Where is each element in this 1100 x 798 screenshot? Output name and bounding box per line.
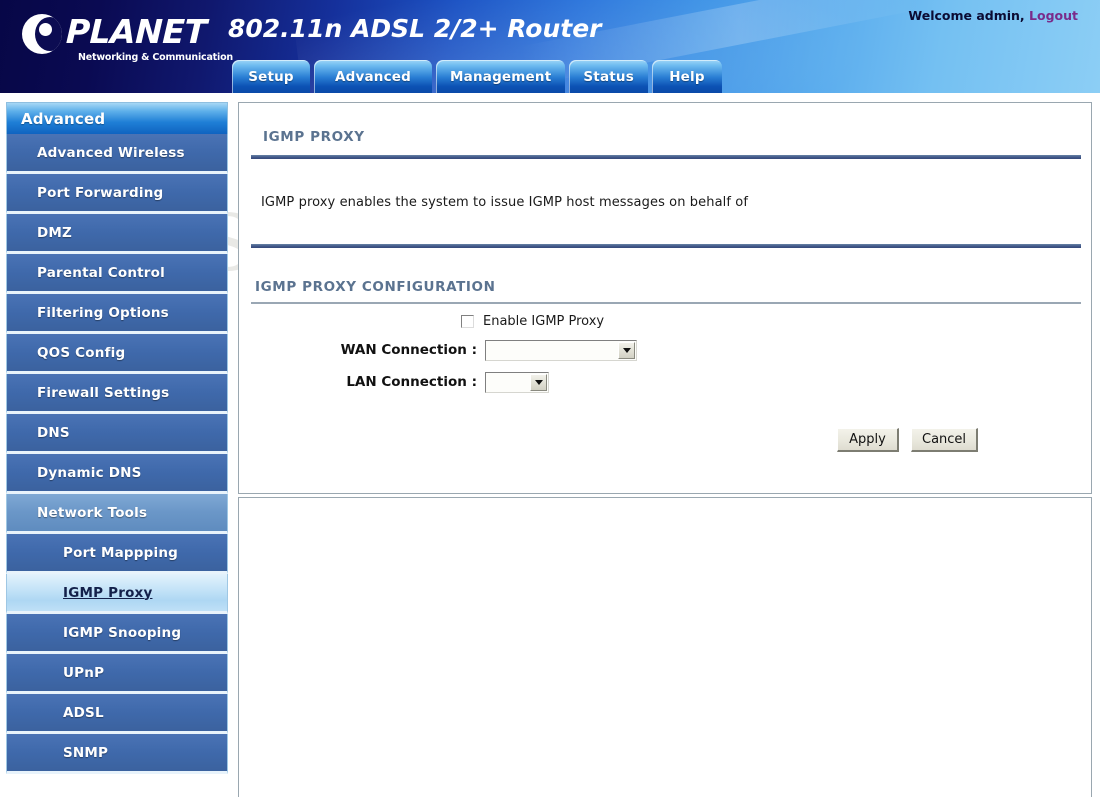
sidebar-item-dmz[interactable]: DMZ — [6, 214, 228, 254]
sidebar-item-label: DMZ — [37, 224, 73, 241]
igmp-proxy-form: Enable IGMP Proxy WAN Connection : LAN C… — [239, 308, 1093, 452]
wan-connection-row: WAN Connection : — [239, 334, 1093, 366]
sidebar-item-label: Advanced Wireless — [37, 144, 185, 161]
sidebar-item-label: DNS — [37, 424, 70, 441]
welcome-bar: Welcome admin, Logout — [908, 8, 1078, 23]
sidebar-item-adsl[interactable]: ADSL — [6, 694, 228, 734]
sidebar-item-qos-config[interactable]: QOS Config — [6, 334, 228, 374]
sidebar-item-advanced-wireless[interactable]: Advanced Wireless — [6, 134, 228, 174]
tab-help[interactable]: Help — [651, 60, 722, 93]
sidebar-item-label: Network Tools — [37, 504, 148, 521]
brand-tagline: Networking & Communication — [78, 52, 233, 63]
sidebar-item-igmp-proxy[interactable]: IGMP Proxy — [6, 574, 228, 614]
sidebar-item-label: Parental Control — [37, 264, 165, 281]
sidebar-item-label: UPnP — [63, 664, 105, 681]
sidebar-item-firewall-settings[interactable]: Firewall Settings — [6, 374, 228, 414]
brand-name: PLANET — [65, 12, 208, 51]
welcome-text: Welcome admin, — [908, 8, 1025, 23]
sidebar-item-label: Dynamic DNS — [37, 464, 142, 481]
page-description: IGMP proxy enables the system to issue I… — [261, 195, 749, 210]
chevron-down-icon[interactable] — [618, 341, 635, 359]
brand-logo[interactable]: PLANET Networking & Communication — [22, 12, 233, 64]
form-action-buttons: Apply Cancel — [239, 428, 1093, 452]
sidebar-item-label: Filtering Options — [37, 304, 169, 321]
tab-advanced[interactable]: Advanced — [314, 60, 432, 93]
sidebar-item-snmp[interactable]: SNMP — [6, 734, 228, 774]
sidebar-item-label: IGMP Proxy — [63, 584, 153, 601]
apply-button[interactable]: Apply — [837, 428, 899, 452]
lan-connection-row: LAN Connection : — [239, 366, 1093, 398]
sidebar-item-igmp-snooping[interactable]: IGMP Snooping — [6, 614, 228, 654]
lan-connection-label: LAN Connection : — [346, 374, 477, 390]
sidebar-item-dynamic-dns[interactable]: Dynamic DNS — [6, 454, 228, 494]
tab-status[interactable]: Status — [569, 60, 648, 93]
wan-connection-select[interactable] — [485, 339, 637, 361]
content-panel: IGMP PROXY IGMP proxy enables the system… — [238, 102, 1092, 494]
sidebar-item-network-tools[interactable]: Network Tools — [6, 494, 228, 534]
sidebar-item-label: SNMP — [63, 744, 109, 761]
sidebar-item-label: QOS Config — [37, 344, 126, 361]
planet-globe-icon — [22, 14, 62, 54]
tab-help-label: Help — [669, 68, 705, 85]
content-panel-secondary — [238, 497, 1092, 797]
sidebar-heading-advanced[interactable]: Advanced — [6, 102, 228, 134]
tab-status-label: Status — [583, 68, 634, 85]
sidebar-nav: Advanced Advanced Wireless Port Forwardin… — [6, 102, 228, 774]
router-admin-page: SetupRouter.com PLANET Networking & Comm… — [0, 0, 1100, 798]
sidebar-item-list: Advanced Wireless Port Forwarding DMZ Paren… — [6, 134, 228, 774]
wan-connection-label: WAN Connection : — [340, 342, 477, 358]
config-section-divider — [251, 302, 1081, 304]
enable-igmp-proxy-row: Enable IGMP Proxy — [239, 308, 1093, 334]
sidebar-item-upnp[interactable]: UPnP — [6, 654, 228, 694]
sidebar-item-dns[interactable]: DNS — [6, 414, 228, 454]
sidebar-item-label: ADSL — [63, 704, 104, 721]
page-title: IGMP PROXY — [263, 129, 365, 145]
chevron-down-icon[interactable] — [530, 373, 547, 391]
sidebar-item-label: Firewall Settings — [37, 384, 170, 401]
sidebar-item-label: Port Mappping — [63, 544, 179, 561]
tab-setup[interactable]: Setup — [232, 60, 310, 93]
tab-setup-label: Setup — [248, 68, 294, 85]
sidebar-item-port-forwarding[interactable]: Port Forwarding — [6, 174, 228, 214]
sidebar-item-parental-control[interactable]: Parental Control — [6, 254, 228, 294]
lan-connection-select[interactable] — [485, 371, 549, 393]
tab-advanced-label: Advanced — [334, 68, 412, 85]
page-header: PLANET Networking & Communication 802.11… — [0, 0, 1100, 93]
page-body: Advanced Advanced Wireless Port Forwardin… — [0, 93, 1100, 798]
cancel-button[interactable]: Cancel — [911, 428, 979, 452]
sidebar-item-label: Port Forwarding — [37, 184, 164, 201]
product-model-title: 802.11n ADSL 2/2+ Router — [228, 14, 602, 43]
tab-management-label: Management — [450, 68, 552, 85]
enable-igmp-proxy-label: Enable IGMP Proxy — [483, 313, 605, 329]
title-divider — [251, 155, 1081, 159]
sidebar-item-filtering-options[interactable]: Filtering Options — [6, 294, 228, 334]
tab-management[interactable]: Management — [436, 60, 566, 93]
enable-igmp-proxy-checkbox[interactable] — [461, 314, 474, 328]
sidebar-item-label: IGMP Snooping — [63, 624, 182, 641]
sidebar-heading-label: Advanced — [21, 109, 106, 128]
sidebar-item-port-mappping[interactable]: Port Mappping — [6, 534, 228, 574]
config-section-title: IGMP PROXY CONFIGURATION — [255, 279, 496, 295]
main-tab-bar: Setup Advanced Management Status Help — [232, 57, 726, 93]
logout-link[interactable]: Logout — [1029, 8, 1078, 23]
description-divider — [251, 244, 1081, 248]
